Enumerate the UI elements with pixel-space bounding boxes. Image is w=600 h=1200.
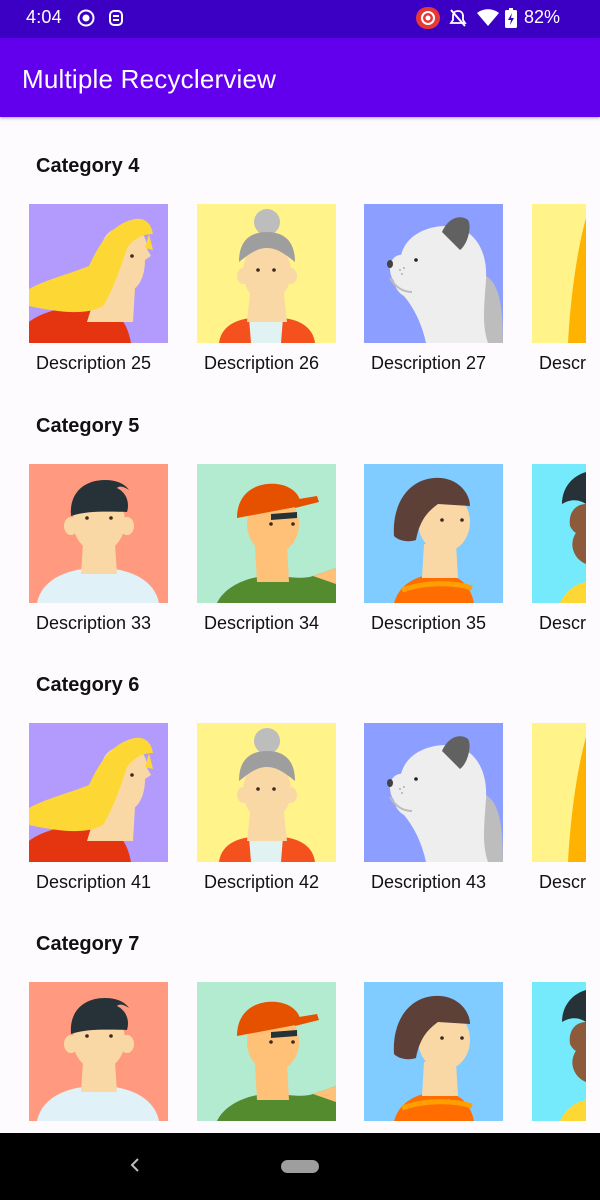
item-description: Description 35	[371, 613, 487, 633]
partial-avatar	[532, 723, 586, 862]
list-item[interactable]: Description 34	[197, 464, 336, 636]
partial-avatar	[532, 464, 586, 603]
home-button[interactable]	[281, 1160, 319, 1173]
blonde-woman-avatar	[29, 204, 168, 343]
item-description: Descri	[539, 613, 586, 633]
app-icon	[109, 10, 123, 26]
category-section: Category 6 Description 41 Description 42…	[0, 636, 600, 896]
list-item[interactable]: Descri	[532, 723, 600, 895]
brown-hair-woman-avatar	[364, 982, 503, 1121]
screen-record-icon	[416, 7, 440, 29]
status-bar: 4:04 82%	[0, 0, 600, 38]
dog-avatar	[364, 204, 503, 343]
battery-icon	[505, 8, 517, 28]
list-item[interactable]: Description 25	[29, 204, 168, 376]
partial-avatar	[532, 982, 586, 1121]
list-item[interactable]: Description 42	[197, 723, 336, 895]
cap-man-avatar	[197, 982, 336, 1121]
cap-man-avatar	[197, 464, 336, 603]
partial-avatar	[532, 204, 586, 343]
item-description: Description 41	[36, 872, 152, 892]
list-item[interactable]: Descri	[532, 204, 600, 376]
category-section: Category 7	[0, 895, 600, 1133]
list-item[interactable]	[532, 982, 600, 1133]
item-description: Description 26	[204, 353, 320, 373]
blonde-woman-avatar	[29, 723, 168, 862]
category-section: Category 4 Description 25 Description 26…	[0, 117, 600, 377]
item-description: Description 27	[371, 353, 487, 373]
list-item[interactable]: Description 26	[197, 204, 336, 376]
dog-avatar	[364, 723, 503, 862]
wifi-icon	[477, 9, 499, 26]
grey-hair-woman-avatar	[197, 204, 336, 343]
dark-hair-man-avatar	[29, 982, 168, 1121]
item-description: Description 34	[204, 613, 320, 633]
status-time: 4:04	[26, 7, 62, 27]
list-item[interactable]: Description 41	[29, 723, 168, 895]
item-description: Descri	[539, 353, 586, 373]
back-icon[interactable]	[124, 1153, 148, 1177]
navigation-bar	[0, 1133, 600, 1200]
dark-hair-man-avatar	[29, 464, 168, 603]
mute-icon	[449, 9, 467, 27]
category-list[interactable]: Category 4 Description 25 Description 26…	[0, 117, 600, 1133]
list-item[interactable]: Description 43	[364, 723, 503, 895]
list-item[interactable]	[197, 982, 336, 1133]
category-title: Category 5	[36, 415, 140, 437]
record-icon	[77, 9, 95, 27]
list-item[interactable]: Descri	[532, 464, 600, 636]
category-title: Category 4	[36, 155, 140, 177]
category-title: Category 7	[36, 933, 140, 955]
item-description: Description 33	[36, 613, 152, 633]
item-description: Descri	[539, 872, 586, 892]
brown-hair-woman-avatar	[364, 464, 503, 603]
list-item[interactable]: Description 33	[29, 464, 168, 636]
list-item[interactable]	[364, 982, 503, 1133]
app-bar: Multiple Recyclerview	[0, 38, 600, 117]
list-item[interactable]: Description 27	[364, 204, 503, 376]
list-item[interactable]: Description 35	[364, 464, 503, 636]
item-description: Description 42	[204, 872, 320, 892]
category-title: Category 6	[36, 674, 140, 696]
grey-hair-woman-avatar	[197, 723, 336, 862]
app-title: Multiple Recyclerview	[22, 64, 277, 94]
item-description: Description 25	[36, 353, 152, 373]
battery-percent: 82%	[524, 7, 561, 27]
item-description: Description 43	[371, 872, 487, 892]
list-item[interactable]	[29, 982, 168, 1133]
category-section: Category 5 Description 33 Description 34…	[0, 377, 600, 637]
